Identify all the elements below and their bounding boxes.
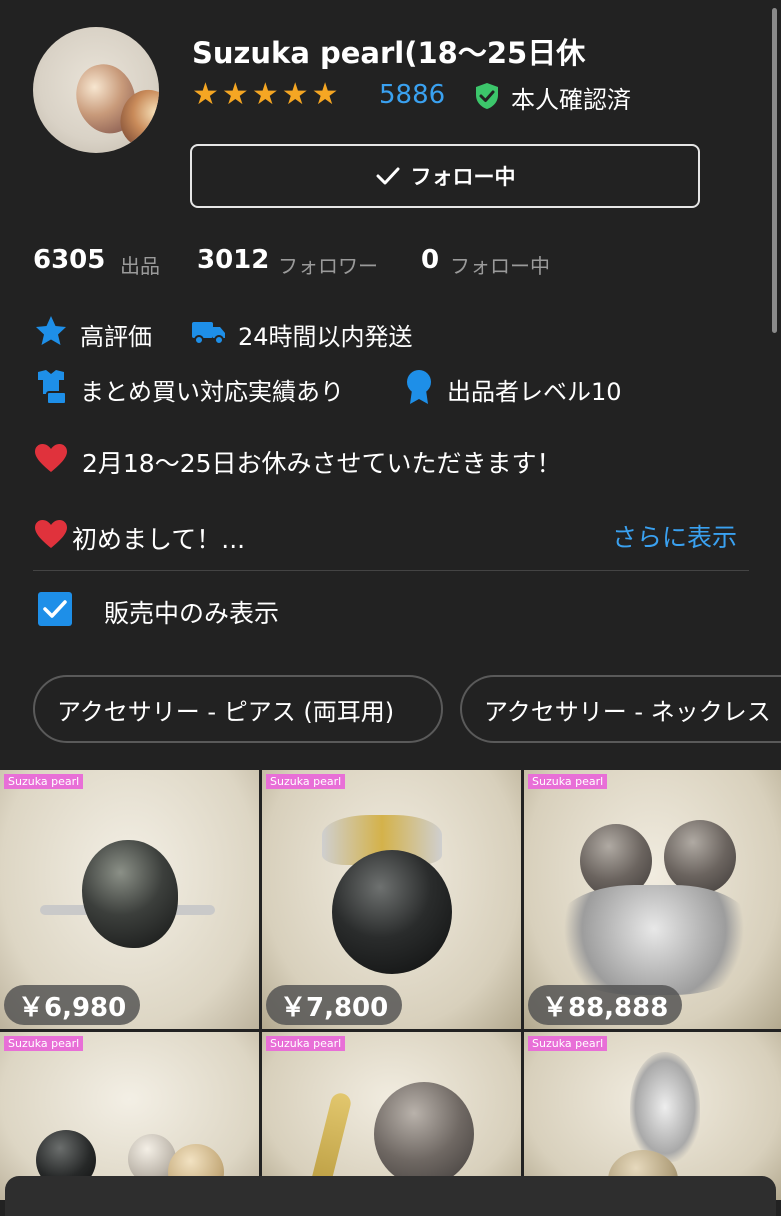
product-card[interactable]: Suzuka pearl ￥7,800 [262,770,521,1029]
truck-icon [192,322,225,345]
product-card[interactable]: Suzuka pearl [262,1032,521,1200]
check-icon [43,600,67,618]
star-icon: ★ [281,77,309,112]
listings-label[interactable]: 出品 [120,250,160,279]
verified-label: 本人確認済 [511,86,631,114]
brand-tag: Suzuka pearl [4,774,84,789]
scrollbar[interactable] [772,8,777,333]
star-icon: ★ [311,77,339,112]
shop-name: Suzuka pearl(18～25日休 [192,36,586,70]
shop-avatar[interactable] [33,27,159,153]
followers-count[interactable]: 3012 [197,245,269,275]
bow-setting [554,885,754,995]
brand-tag: Suzuka pearl [266,774,346,789]
follow-button[interactable]: フォロー中 [190,144,700,208]
category-chip[interactable]: アクセサリー - ネックレス [460,675,781,743]
follow-button-label: フォロー中 [410,165,516,189]
price-label: ￥7,800 [266,985,403,1025]
high-rating-badge: 高評価 [80,323,152,351]
pearl-image [332,850,452,974]
rating-stars: ★ ★ ★ ★ ★ [192,80,339,110]
brand-tag: Suzuka pearl [528,1036,608,1051]
bulk-purchase-icon [38,370,67,405]
product-card[interactable]: Suzuka pearl ￥88,888 [524,770,781,1029]
following-label[interactable]: フォロー中 [450,250,550,279]
product-card[interactable]: Suzuka pearl [0,1032,259,1200]
heart-icon [35,520,67,548]
brand-tag: Suzuka pearl [266,1036,346,1051]
seller-level-badge: 出品者レベル10 [447,378,622,406]
show-more-link[interactable]: さらに表示 [612,518,737,554]
star-badge-icon [36,316,66,345]
divider [33,570,749,571]
product-card[interactable]: Suzuka pearl [524,1032,781,1200]
on-sale-only-label[interactable]: 販売中のみ表示 [104,594,279,630]
verified-shield-icon [476,83,498,109]
bulk-badge: まとめ買い対応実績あり [80,378,344,406]
bottom-sheet [5,1176,776,1216]
following-count[interactable]: 0 [421,245,439,275]
price-label: ￥6,980 [4,985,141,1025]
brand-tag: Suzuka pearl [4,1036,84,1051]
star-icon: ★ [221,77,249,112]
price-label: ￥88,888 [528,985,683,1025]
shop-intro: 初めまして！... [72,525,246,554]
pearl-image [374,1082,474,1186]
star-icon: ★ [251,77,279,112]
ribbon-medal-icon [407,370,431,404]
check-icon [376,167,399,185]
leaf-setting [630,1052,700,1162]
pearl-image [82,840,178,948]
star-icon: ★ [192,77,219,112]
shipping-badge: 24時間以内発送 [238,323,413,351]
rating-count[interactable]: 5886 [379,80,445,110]
category-chip[interactable]: アクセサリー - ピアス (両耳用) [33,675,443,743]
listings-count[interactable]: 6305 [33,245,105,275]
followers-label[interactable]: フォロワー [278,250,378,279]
brand-tag: Suzuka pearl [528,774,608,789]
heart-icon [35,444,67,472]
product-card[interactable]: Suzuka pearl ￥6,980 [0,770,259,1029]
pearl-image [664,820,736,894]
holiday-notice: 2月18～25日お休みさせていただきます！ [82,449,562,478]
on-sale-only-checkbox[interactable] [38,592,72,626]
